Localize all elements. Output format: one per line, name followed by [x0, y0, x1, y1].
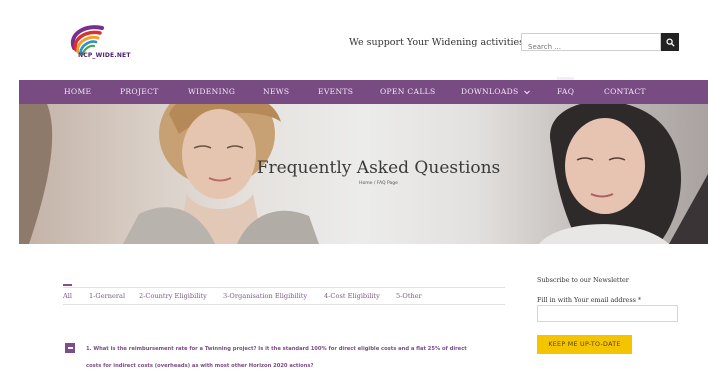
nav-item-project[interactable]: PROJECT: [120, 80, 159, 104]
tab-general[interactable]: 1-Gerneral: [89, 288, 125, 304]
chevron-down-icon: [524, 90, 531, 94]
search-field[interactable]: [521, 33, 661, 55]
logo-text: NCP_WIDE.NET: [78, 52, 131, 59]
search-icon: [665, 37, 675, 47]
tab-other[interactable]: 5-Other: [396, 288, 422, 304]
breadcrumb: Home / FAQ Page: [359, 181, 398, 186]
search-button[interactable]: [661, 33, 679, 51]
faq-question-line: 1. What is the reimbursement rate for a …: [86, 346, 467, 352]
tab-country-eligibility[interactable]: 2-Country Eligibility: [139, 288, 207, 304]
email-label: Fill in with Your email address *: [537, 296, 642, 304]
nav-item-downloads[interactable]: DOWNLOADS: [461, 80, 531, 104]
nav-item-news[interactable]: NEWS: [263, 80, 289, 104]
nav-item-open-calls[interactable]: OPEN CALLS: [380, 80, 436, 104]
collapse-toggle-button[interactable]: [65, 343, 75, 353]
tab-organisation-eligibility[interactable]: 3-Organisation Eligibility: [223, 288, 307, 304]
tab-cost-eligibility[interactable]: 4-Cost Eligibility: [324, 288, 380, 304]
nav-item-widening[interactable]: WIDENING: [188, 80, 235, 104]
nav-item-faq[interactable]: FAQ: [557, 77, 575, 104]
nav-item-home[interactable]: HOME: [64, 80, 91, 104]
nav-item-downloads-label: DOWNLOADS: [461, 87, 519, 96]
search-input[interactable]: [522, 39, 660, 55]
hero-banner: Frequently Asked Questions Home / FAQ Pa…: [19, 104, 708, 244]
site-tagline: We support Your Widening activities: [349, 37, 525, 48]
page-title: Frequently Asked Questions: [256, 158, 501, 178]
faq-question[interactable]: 1. What is the reimbursement rate for a …: [86, 341, 522, 375]
nav-item-contact[interactable]: CONTACT: [604, 80, 646, 104]
faq-question-line: costs for indirect costs (overheads) as …: [86, 363, 314, 369]
minus-icon: [67, 347, 73, 349]
tab-all[interactable]: All: [63, 284, 72, 304]
faq-filter-tabs: All 1-Gerneral 2-Country Eligibility 3-O…: [63, 284, 505, 305]
site-header: NCP_WIDE.NET We support Your Widening ac…: [0, 0, 708, 80]
email-field[interactable]: [537, 305, 678, 322]
nav-item-events[interactable]: EVENTS: [318, 80, 353, 104]
main-nav: HOME PROJECT WIDENING NEWS EVENTS OPEN C…: [19, 77, 708, 104]
newsletter-title: Subscribe to our Newsletter: [537, 276, 629, 284]
subscribe-button[interactable]: KEEP ME UP-TO-DATE: [537, 335, 632, 354]
